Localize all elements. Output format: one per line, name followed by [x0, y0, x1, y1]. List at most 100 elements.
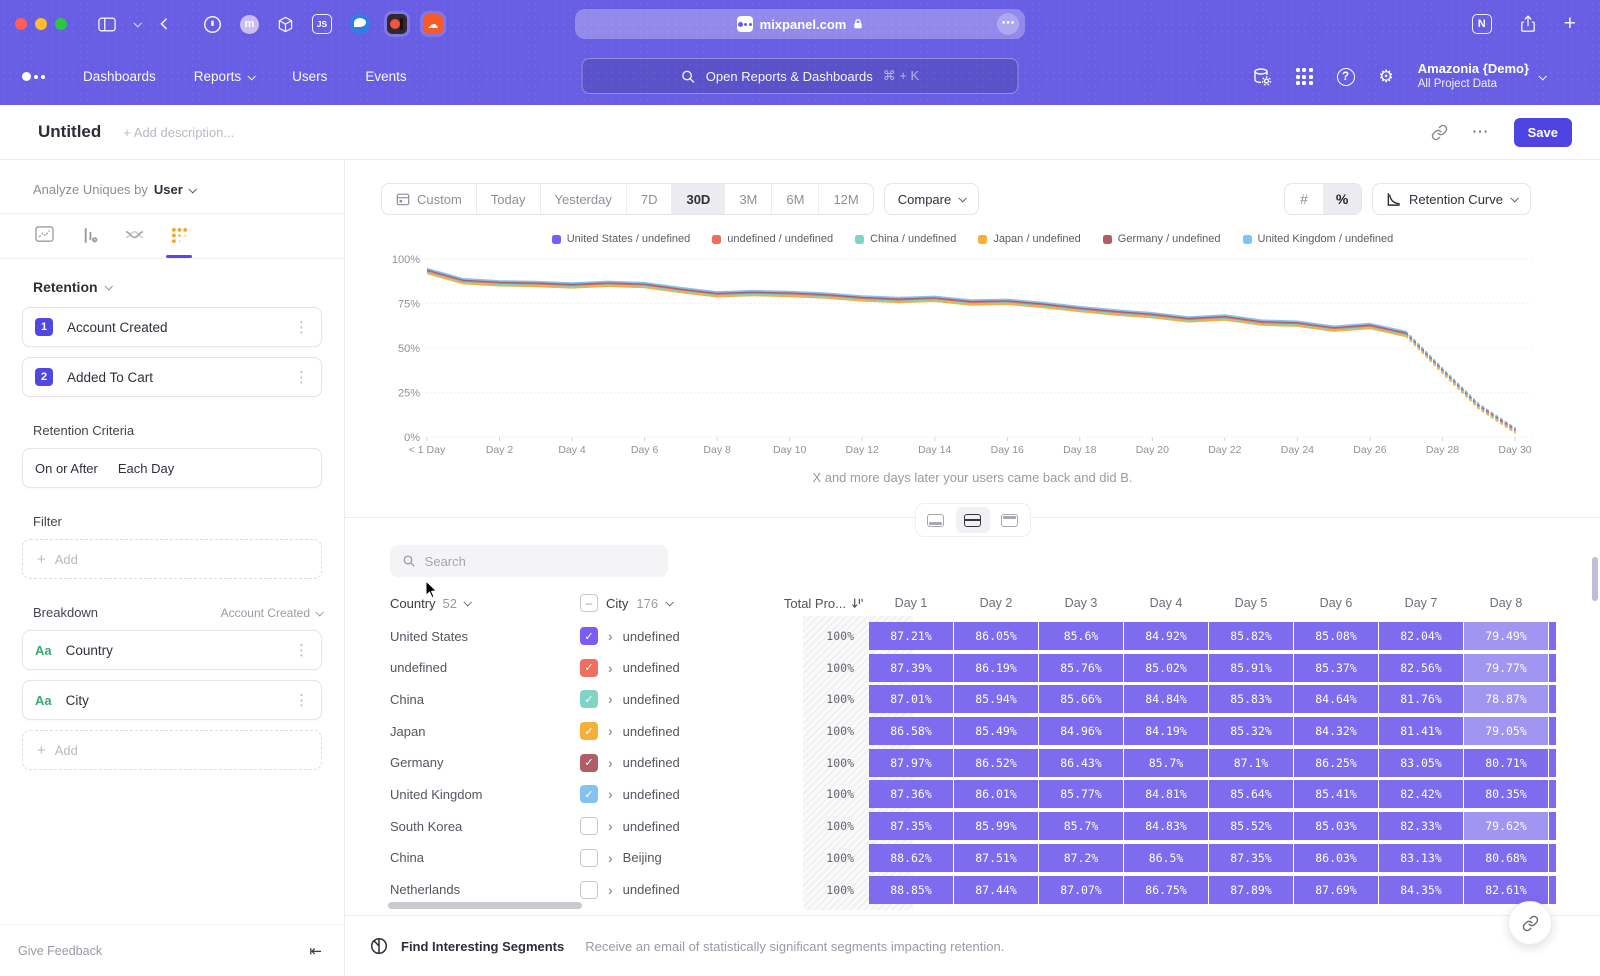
retention-value-cell[interactable]: 85.6% [1039, 622, 1123, 650]
date-range-12m[interactable]: 12M [818, 184, 872, 214]
row-checkbox[interactable]: ✓ [580, 754, 598, 772]
retention-section-header[interactable]: Retention [33, 279, 322, 295]
retention-value-cell[interactable]: 87.69% [1294, 876, 1378, 904]
day-column-header[interactable]: Day 7 [1379, 596, 1463, 610]
collapse-sidebar-icon[interactable]: ⇤ [309, 942, 322, 960]
select-all-checkbox[interactable]: – [580, 594, 598, 612]
retention-value-cell[interactable]: 80.68% [1464, 844, 1548, 872]
date-range-custom[interactable]: Custom [382, 184, 476, 214]
minimize-window-button[interactable] [35, 18, 47, 30]
retention-value-cell[interactable]: 84.19% [1124, 717, 1208, 745]
retention-value-cell[interactable]: 87.51% [954, 844, 1038, 872]
date-range-30d[interactable]: 30D [671, 184, 724, 214]
retention-value-cell[interactable]: 87.35% [1209, 844, 1293, 872]
window-controls[interactable] [15, 18, 67, 30]
retention-value-cell[interactable]: 79.77% [1464, 654, 1548, 682]
analyze-value[interactable]: User [154, 182, 183, 197]
soundcloud-extension-icon[interactable]: ☁ [420, 11, 446, 37]
legend-item[interactable]: Japan / undefined [978, 233, 1080, 245]
retention-value-cell[interactable]: 84.92% [1124, 622, 1208, 650]
retention-value-cell[interactable]: 86.25% [1294, 749, 1378, 777]
retention-value-cell[interactable]: 85.91% [1209, 654, 1293, 682]
date-range-6m[interactable]: 6M [771, 184, 818, 214]
retention-value-cell[interactable]: 82.56% [1379, 654, 1463, 682]
expand-row-icon[interactable]: › [608, 882, 613, 898]
new-tab-icon[interactable]: + [1564, 12, 1576, 36]
retention-value-cell[interactable]: 86.05% [954, 622, 1038, 650]
retention-value-cell[interactable]: 84.35% [1379, 876, 1463, 904]
breakdown-scope-dropdown[interactable]: Account Created [221, 606, 322, 620]
date-range-3m[interactable]: 3M [724, 184, 771, 214]
analyze-uniques-control[interactable]: Analyze Uniques by User [33, 182, 322, 197]
retention-value-cell[interactable]: 81.76% [1379, 685, 1463, 713]
retention-value-cell[interactable]: 85.03% [1294, 812, 1378, 840]
retention-value-cell[interactable]: 79.62% [1464, 812, 1548, 840]
retention-value-cell-clipped[interactable] [1549, 622, 1556, 650]
day-column-header[interactable]: Day 1 [869, 596, 953, 610]
retention-value-cell[interactable]: 85.99% [954, 812, 1038, 840]
kebab-menu-icon[interactable]: ⋮ [294, 318, 309, 336]
kebab-menu-icon[interactable]: ⋮ [294, 691, 309, 709]
help-icon[interactable]: ? [1337, 68, 1355, 86]
onepassword-extension-icon[interactable] [203, 15, 222, 34]
row-checkbox[interactable]: ✓ [580, 659, 598, 677]
retention-value-cell-clipped[interactable] [1549, 685, 1556, 713]
nav-item-dashboards[interactable]: Dashboards [83, 69, 156, 84]
retention-value-cell[interactable]: 86.75% [1124, 876, 1208, 904]
chart-type-dropdown[interactable]: Retention Curve [1372, 183, 1531, 215]
retention-value-cell[interactable]: 87.39% [869, 654, 953, 682]
address-bar[interactable]: mixpanel.com ⋯ [575, 9, 1025, 39]
retention-value-cell[interactable]: 85.7% [1124, 749, 1208, 777]
row-checkbox[interactable] [580, 817, 598, 835]
apps-grid-icon[interactable] [1296, 68, 1313, 85]
report-description-placeholder[interactable]: + Add description... [123, 125, 234, 140]
retention-value-cell[interactable]: 84.96% [1039, 717, 1123, 745]
global-search-button[interactable]: Open Reports & Dashboards ⌘ + K [582, 58, 1019, 94]
add-breakdown-button[interactable]: + Add [22, 730, 322, 770]
retention-value-cell[interactable]: 86.58% [869, 717, 953, 745]
retention-value-cell[interactable]: 84.32% [1294, 717, 1378, 745]
day-column-header[interactable]: Day 8 [1464, 596, 1548, 610]
table-search[interactable] [390, 545, 668, 577]
retention-value-cell-clipped[interactable] [1549, 749, 1556, 777]
breakdown-card-country[interactable]: AaCountry⋮ [22, 630, 322, 670]
retention-value-cell[interactable]: 88.62% [869, 844, 953, 872]
legend-item[interactable]: United Kingdom / undefined [1243, 233, 1394, 245]
tab-retention[interactable] [168, 225, 190, 245]
maximize-window-button[interactable] [55, 18, 67, 30]
retention-value-cell-clipped[interactable] [1549, 654, 1556, 682]
retention-value-cell[interactable]: 87.97% [869, 749, 953, 777]
retention-value-cell-clipped[interactable] [1549, 876, 1556, 904]
close-window-button[interactable] [15, 18, 27, 30]
retention-value-cell[interactable]: 85.52% [1209, 812, 1293, 840]
tab-flows[interactable] [123, 225, 145, 245]
retention-value-cell[interactable]: 87.21% [869, 622, 953, 650]
date-range-7d[interactable]: 7D [626, 184, 672, 214]
retention-value-cell[interactable]: 80.71% [1464, 749, 1548, 777]
report-title[interactable]: Untitled [38, 122, 101, 142]
copy-link-icon[interactable] [1431, 124, 1448, 141]
retention-value-cell[interactable]: 84.64% [1294, 685, 1378, 713]
cube-extension-icon[interactable] [277, 16, 294, 33]
project-switcher[interactable]: Amazonia {Demo} All Project Data [1418, 61, 1545, 92]
save-button[interactable]: Save [1514, 118, 1572, 147]
share-link-button[interactable] [1508, 901, 1552, 945]
bird-extension-icon[interactable] [350, 14, 370, 34]
legend-item[interactable]: United States / undefined [552, 233, 691, 245]
legend-item[interactable]: undefined / undefined [712, 233, 833, 245]
expand-row-icon[interactable]: › [608, 850, 613, 866]
row-checkbox[interactable]: ✓ [580, 627, 598, 645]
add-filter-button[interactable]: + Add [22, 539, 322, 579]
legend-item[interactable]: China / undefined [855, 233, 956, 245]
avatar-extension-icon[interactable]: m [240, 15, 259, 34]
retention-value-cell[interactable]: 79.49% [1464, 622, 1548, 650]
retention-value-cell[interactable]: 87.01% [869, 685, 953, 713]
day-column-header[interactable]: Day 2 [954, 596, 1038, 610]
row-checkbox[interactable]: ✓ [580, 690, 598, 708]
retention-value-cell[interactable]: 86.01% [954, 780, 1038, 808]
more-options-icon[interactable]: ⋯ [1472, 122, 1490, 142]
settings-gear-icon[interactable]: ⚙ [1379, 67, 1394, 87]
expand-row-icon[interactable]: › [608, 723, 613, 739]
retention-value-cell[interactable]: 80.35% [1464, 780, 1548, 808]
retention-value-cell[interactable]: 84.81% [1124, 780, 1208, 808]
